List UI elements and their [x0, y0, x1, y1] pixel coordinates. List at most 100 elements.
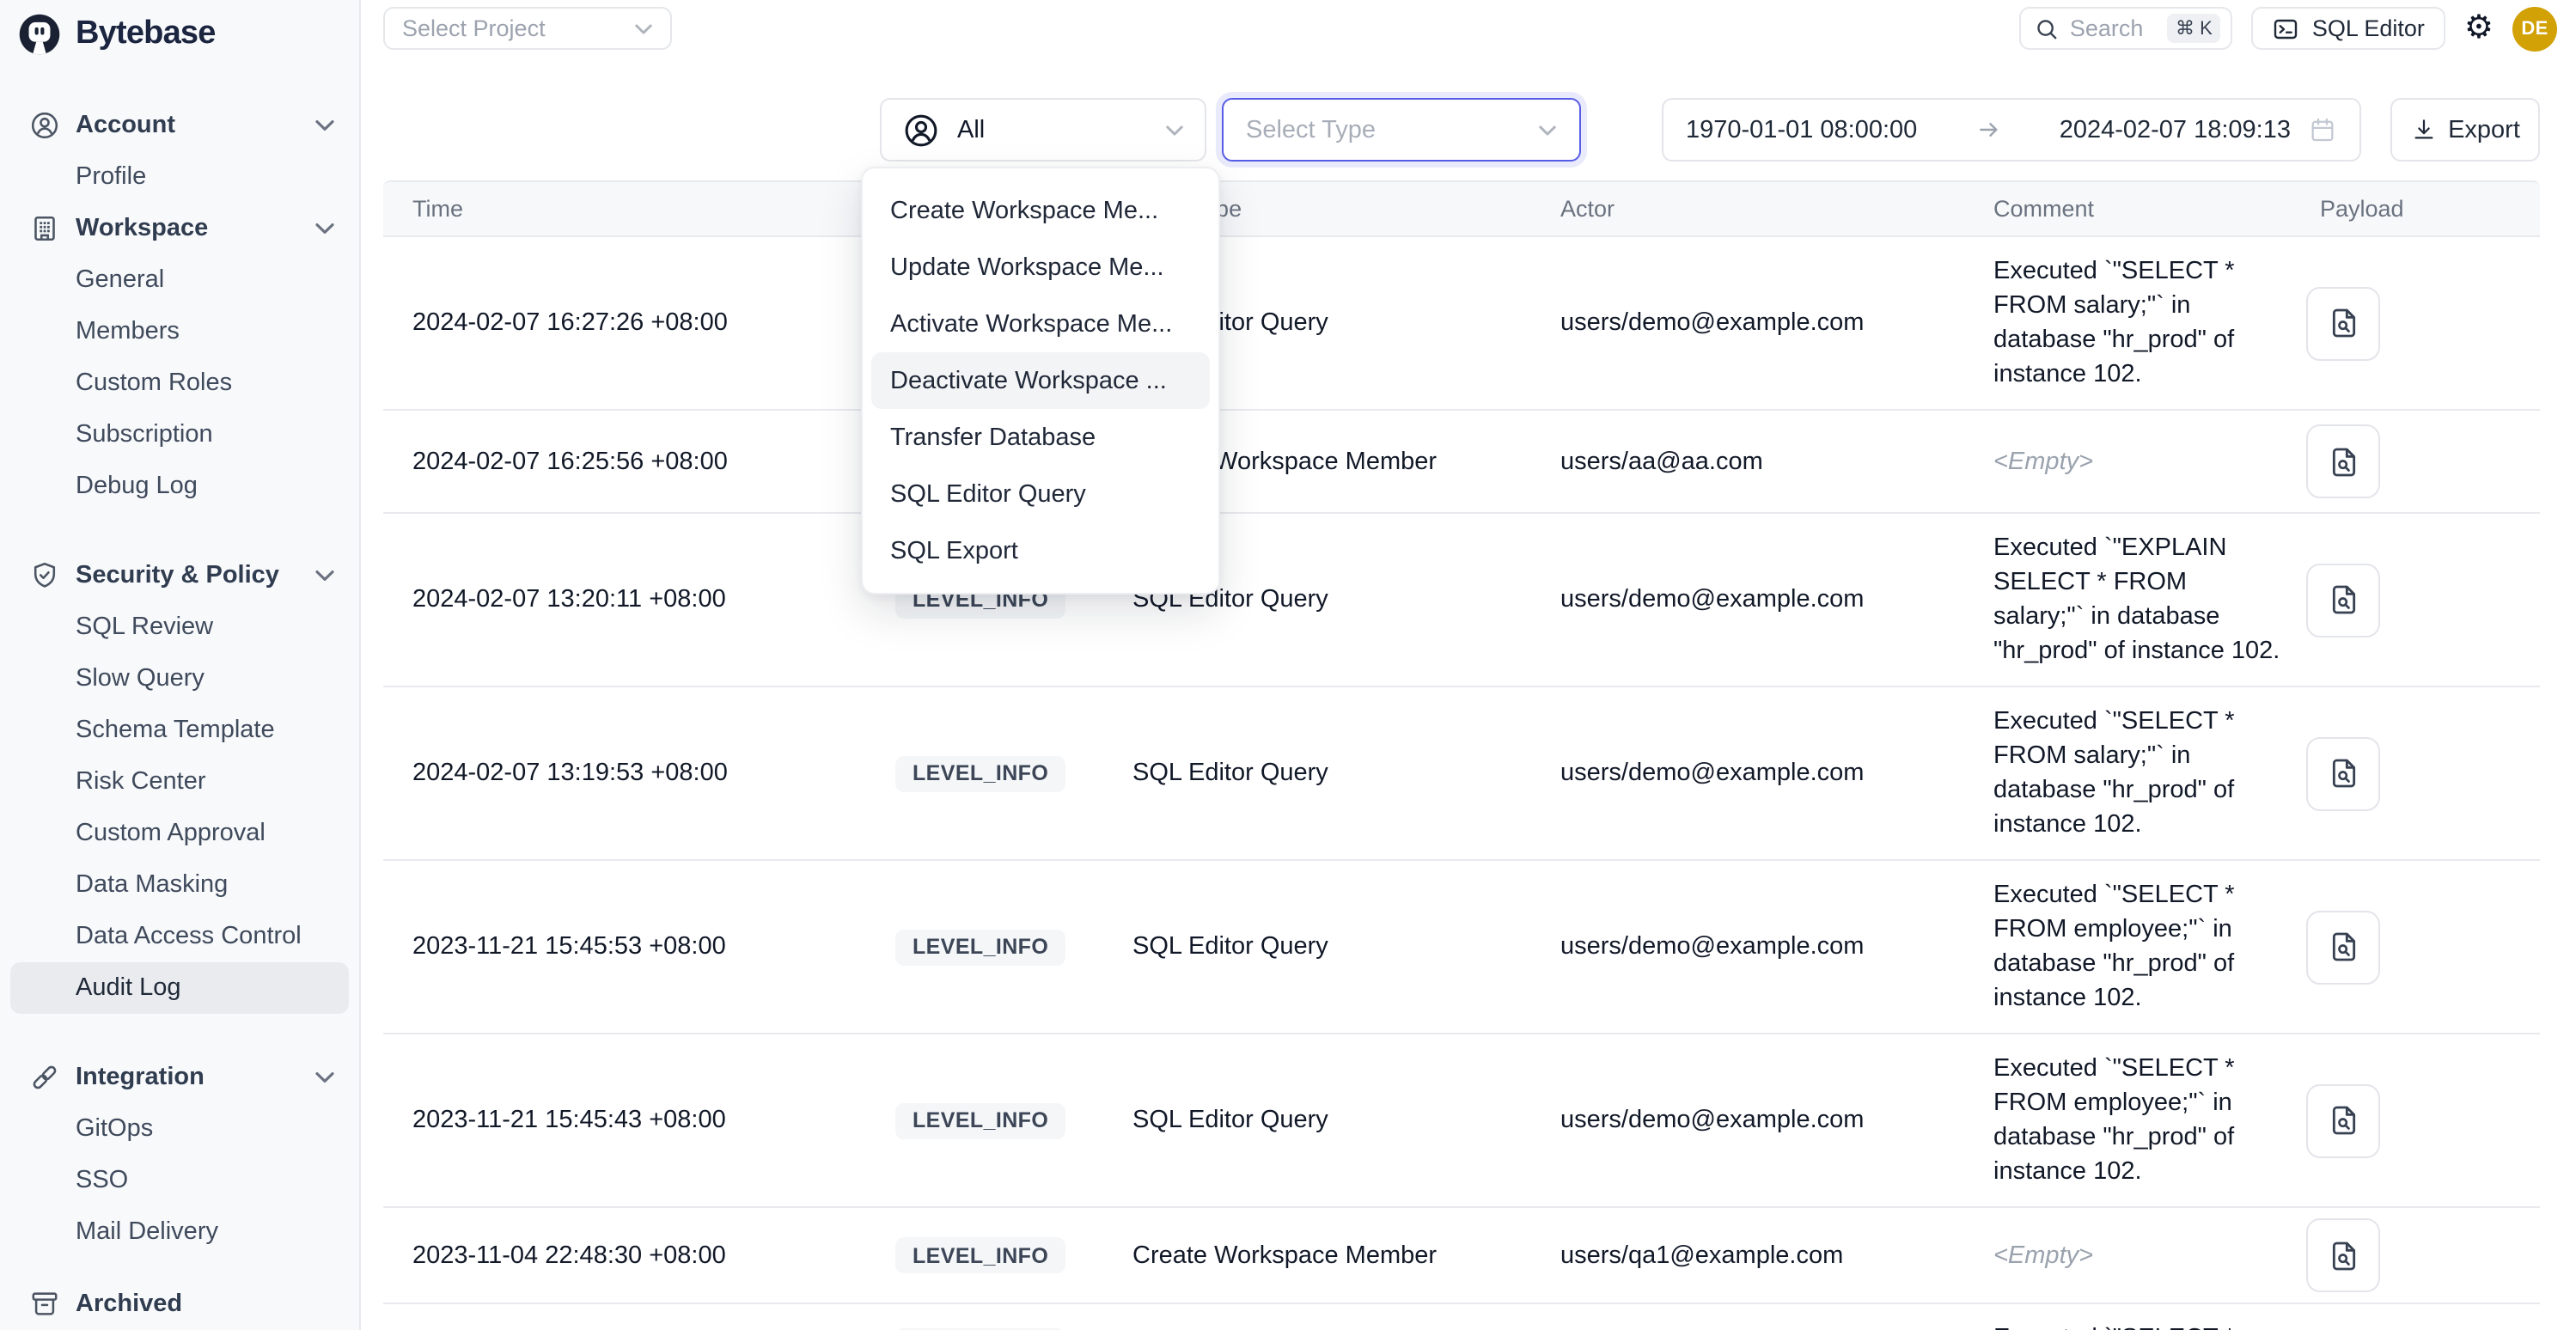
cell-payload: [2306, 1304, 2540, 1330]
cell-actor: users/aa@aa.com: [1560, 448, 1993, 475]
sidebar-nav: Account Profile Workspace General Member…: [0, 100, 359, 1330]
col-payload: Payload: [2306, 196, 2540, 222]
sidebar-item-schema-template[interactable]: Schema Template: [0, 705, 359, 756]
sidebar-item-workspace[interactable]: Workspace: [0, 203, 359, 254]
table-row: 2024-02-07 13:20:11 +08:00 LEVEL_INFO SQ…: [383, 514, 2540, 687]
date-from-value[interactable]: 1970-01-01 08:00:00: [1686, 116, 1917, 143]
cell-audit-level: LEVEL_INFO: [895, 1102, 1132, 1138]
sidebar-item-subscription[interactable]: Subscription: [0, 409, 359, 461]
date-to-value[interactable]: 2024-02-07 18:09:13: [2060, 116, 2291, 143]
sidebar-item-account[interactable]: Account: [0, 100, 359, 151]
cell-comment: Executed `"SELECT * FROM salary;"` in da…: [1993, 687, 2306, 859]
cell-actor: users/demo@example.com: [1560, 933, 1993, 961]
view-payload-button[interactable]: [2306, 286, 2380, 360]
search-icon: [2036, 16, 2060, 40]
menu-item-activate-workspace-member[interactable]: Activate Workspace Me...: [863, 296, 1218, 352]
menu-item-update-workspace-member[interactable]: Update Workspace Me...: [863, 239, 1218, 296]
sidebar-item-members[interactable]: Members: [0, 306, 359, 357]
date-range-picker[interactable]: 1970-01-01 08:00:00 2024-02-07 18:09:13: [1662, 98, 2361, 162]
sidebar-group-label: Integration: [76, 1064, 314, 1091]
cell-audit-level: LEVEL_INFO: [895, 1237, 1132, 1273]
cell-time: 2023-11-21 15:45:53 +08:00: [412, 933, 895, 961]
sidebar-item-audit-log[interactable]: Audit Log: [10, 962, 349, 1014]
menu-item-sql-export[interactable]: SQL Export: [863, 522, 1218, 579]
arrow-right-icon: [1975, 117, 2001, 143]
file-search-icon: [2326, 444, 2360, 479]
type-filter-placeholder: Select Type: [1246, 116, 1538, 143]
sidebar-item-security-policy[interactable]: Security & Policy: [0, 550, 359, 601]
chevron-down-icon: [314, 569, 335, 583]
audit-level-badge: LEVEL_INFO: [895, 1237, 1065, 1273]
sidebar-item-slow-query[interactable]: Slow Query: [0, 653, 359, 705]
sidebar-group-label: Security & Policy: [76, 562, 314, 589]
sidebar-item-archived[interactable]: Archived: [0, 1278, 359, 1330]
file-search-icon: [2326, 306, 2360, 340]
chevron-down-icon: [314, 222, 335, 235]
view-payload-button[interactable]: [2306, 563, 2380, 637]
cell-actor: users/demo@example.com: [1560, 586, 1993, 613]
sidebar-item-sso[interactable]: SSO: [0, 1155, 359, 1206]
sidebar-item-risk-center[interactable]: Risk Center: [0, 756, 359, 808]
cell-audit-level: LEVEL_INFO: [895, 1304, 1132, 1330]
view-payload-button[interactable]: [2306, 910, 2380, 984]
search-placeholder: Search: [2070, 15, 2167, 41]
file-search-icon: [2326, 1238, 2360, 1272]
view-payload-button[interactable]: [2306, 736, 2380, 810]
menu-item-deactivate-workspace-member[interactable]: Deactivate Workspace ...: [871, 352, 1210, 409]
sidebar-item-general[interactable]: General: [0, 254, 359, 306]
menu-item-sql-editor-query[interactable]: SQL Editor Query: [863, 466, 1218, 522]
sidebar-item-debug-log[interactable]: Debug Log: [0, 461, 359, 512]
menu-item-create-workspace-member[interactable]: Create Workspace Me...: [863, 182, 1218, 239]
app-logo[interactable]: Bytebase: [0, 0, 359, 58]
cell-comment: Executed `"EXPLAIN SELECT * FROM salary;…: [1993, 514, 2306, 686]
type-filter-select[interactable]: Select Type: [1222, 98, 1581, 162]
bytebase-logo-icon: [17, 12, 62, 57]
chevron-down-icon: [1538, 123, 1557, 137]
menu-item-transfer-database[interactable]: Transfer Database: [863, 409, 1218, 466]
chevron-down-icon: [1165, 123, 1184, 137]
sidebar-item-mail-delivery[interactable]: Mail Delivery: [0, 1206, 359, 1258]
cell-audit-level: LEVEL_INFO: [895, 929, 1132, 965]
cell-comment: <Empty>: [1993, 444, 2306, 479]
sidebar-item-data-access-control[interactable]: Data Access Control: [0, 911, 359, 962]
sidebar-group-label: Archived: [76, 1290, 335, 1318]
export-button[interactable]: Export: [2390, 98, 2540, 162]
calendar-icon[interactable]: [2308, 115, 2337, 144]
search-input[interactable]: Search ⌘ K: [2020, 7, 2233, 50]
audit-log-table: Time Audit Level Audit Type Actor Commen…: [383, 180, 2540, 1330]
cell-actor: users/qa1@example.com: [1560, 1242, 1993, 1269]
gear-icon[interactable]: ⚙: [2464, 12, 2494, 45]
cell-audit-type: SQL Editor Query: [1132, 1107, 1560, 1134]
sidebar-item-integration[interactable]: Integration: [0, 1052, 359, 1103]
bytebase-app: Bytebase Account Profile Workspace Gen: [0, 0, 2576, 1330]
sidebar-item-data-masking[interactable]: Data Masking: [0, 859, 359, 911]
sidebar-item-profile[interactable]: Profile: [0, 151, 359, 203]
sidebar: Bytebase Account Profile Workspace Gen: [0, 0, 361, 1330]
view-payload-button[interactable]: [2306, 1083, 2380, 1157]
actor-filter-select[interactable]: All: [880, 98, 1206, 162]
cell-audit-type: Create Workspace Member: [1132, 1242, 1560, 1269]
sql-editor-button[interactable]: SQL Editor: [2252, 7, 2445, 50]
cell-comment: Executed `"SELECT * FROM employee;"` in …: [1993, 1034, 2306, 1206]
sidebar-item-gitops[interactable]: GitOps: [0, 1103, 359, 1155]
avatar[interactable]: DE: [2512, 6, 2557, 51]
col-time: Time: [412, 196, 895, 222]
cell-payload: [2306, 736, 2540, 810]
archive-icon: [29, 1289, 60, 1320]
chevron-down-icon: [314, 1071, 335, 1084]
cell-payload: [2306, 424, 2540, 498]
sidebar-item-custom-approval[interactable]: Custom Approval: [0, 808, 359, 859]
project-select[interactable]: Select Project: [383, 7, 672, 50]
cell-time: 2024-02-07 16:25:56 +08:00: [412, 448, 895, 475]
cell-audit-level: LEVEL_INFO: [895, 755, 1132, 791]
view-payload-button[interactable]: [2306, 424, 2380, 498]
sidebar-item-custom-roles[interactable]: Custom Roles: [0, 357, 359, 409]
table-row: 2023-11-21 15:45:53 +08:00 LEVEL_INFO SQ…: [383, 861, 2540, 1034]
table-row: 2023-11-04 01:06:24 +08:00 LEVEL_INFO SQ…: [383, 1304, 2540, 1330]
sidebar-item-sql-review[interactable]: SQL Review: [0, 601, 359, 653]
view-payload-button[interactable]: [2306, 1218, 2380, 1292]
cell-comment: Executed `"SELECT * FROM department;"` i…: [1993, 1304, 2306, 1330]
cell-time: 2023-11-21 15:45:43 +08:00: [412, 1107, 895, 1134]
cell-comment: Executed `"SELECT * FROM salary;"` in da…: [1993, 237, 2306, 409]
cell-audit-type: SQL Editor Query: [1132, 1304, 1560, 1330]
